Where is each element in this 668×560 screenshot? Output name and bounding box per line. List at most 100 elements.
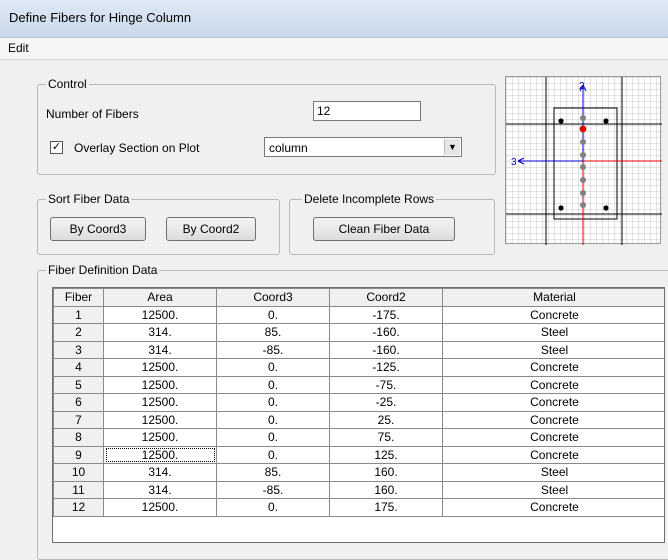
row-header[interactable]: 7 [53,410,104,429]
table-cell-area[interactable]: 314. [103,340,217,359]
row-header[interactable]: 11 [53,480,104,499]
table-row[interactable]: 2 314. 85. -160. Steel [53,323,664,342]
table-cell-area[interactable]: 12500. [103,445,217,464]
table-cell-coord2[interactable]: 75. [329,428,443,447]
fiber-point [580,177,586,183]
fiber-definition-legend: Fiber Definition Data [46,263,160,277]
table-row[interactable]: 5 12500. 0. -75. Concrete [53,375,664,394]
table-cell-coord3[interactable]: 0. [216,305,330,324]
fiber-table[interactable]: Fiber Area Coord3 Coord2 Material 1 12500. 0. -… [53,288,664,517]
table-cell-coord3[interactable]: 0. [216,410,330,429]
table-row[interactable]: 1 12500. 0. -175. Concrete [53,305,664,324]
table-cell-material[interactable]: Concrete [442,358,664,377]
table-cell-material[interactable]: Steel [442,340,664,359]
table-cell-area[interactable]: 12500. [103,393,217,412]
row-header[interactable]: 5 [53,375,104,394]
table-cell-coord3[interactable]: 0. [216,375,330,394]
table-cell-coord2[interactable]: -25. [329,393,443,412]
table-cell-coord2[interactable]: 25. [329,410,443,429]
table-row[interactable]: 6 12500. 0. -25. Concrete [53,393,664,412]
section-select[interactable]: column ▼ [264,137,462,157]
sort-group: Sort Fiber Data By Coord3 By Coord2 [37,192,280,255]
table-cell-coord2[interactable]: 160. [329,463,443,482]
overlay-checkbox[interactable]: ✓ [50,141,63,154]
table-cell-coord2[interactable]: -175. [329,305,443,324]
table-cell-area[interactable]: 314. [103,463,217,482]
table-row[interactable]: 11 314. -85. 160. Steel [53,480,664,499]
table-cell-area[interactable]: 314. [103,480,217,499]
table-cell-area[interactable]: 12500. [103,305,217,324]
table-cell-area[interactable]: 12500. [103,358,217,377]
window-title: Define Fibers for Hinge Column [9,10,192,25]
table-cell-material[interactable]: Concrete [442,428,664,447]
row-header[interactable]: 1 [53,305,104,324]
row-header[interactable]: 3 [53,340,104,359]
table-row[interactable]: 10 314. 85. 160. Steel [53,463,664,482]
sort-by-coord3-button[interactable]: By Coord3 [50,217,146,241]
rebar-point [558,118,564,124]
table-cell-coord2[interactable]: -160. [329,340,443,359]
table-cell-coord2[interactable]: -75. [329,375,443,394]
row-header[interactable]: 2 [53,323,104,342]
fiber-point [580,190,586,196]
fiber-table-container[interactable]: Fiber Area Coord3 Coord2 Material 1 12500. 0. -… [52,287,665,543]
column-header-coord3[interactable]: Coord3 [216,288,330,307]
clean-fiber-data-button[interactable]: Clean Fiber Data [313,217,455,241]
control-legend: Control [46,77,89,91]
table-row[interactable]: 9 12500. 0. 125. Concrete [53,445,664,464]
table-cell-coord3[interactable]: -85. [216,340,330,359]
table-cell-coord2[interactable]: 125. [329,445,443,464]
table-cell-material[interactable]: Concrete [442,410,664,429]
fiber-point [580,202,586,208]
row-header[interactable]: 8 [53,428,104,447]
table-cell-material[interactable]: Steel [442,480,664,499]
table-cell-material[interactable]: Concrete [442,445,664,464]
table-cell-material[interactable]: Concrete [442,498,664,517]
menu-edit[interactable]: Edit [8,41,29,55]
table-cell-coord2[interactable]: 160. [329,480,443,499]
table-cell-coord2[interactable]: -125. [329,358,443,377]
table-cell-coord3[interactable]: 0. [216,445,330,464]
table-cell-coord3[interactable]: 0. [216,393,330,412]
table-row[interactable]: 12 12500. 0. 175. Concrete [53,498,664,517]
table-cell-coord3[interactable]: 0. [216,358,330,377]
table-cell-coord3[interactable]: 0. [216,428,330,447]
rebar-point [558,205,564,211]
sort-by-coord2-button[interactable]: By Coord2 [166,217,256,241]
sort-legend: Sort Fiber Data [46,192,132,206]
menu-bar: Edit [0,38,668,60]
control-group: Control Number of Fibers 12 ✓ Overlay Se… [37,77,496,175]
row-header[interactable]: 4 [53,358,104,377]
table-cell-coord3[interactable]: 0. [216,498,330,517]
table-cell-coord3[interactable]: -85. [216,480,330,499]
table-row[interactable]: 8 12500. 0. 75. Concrete [53,428,664,447]
table-cell-coord2[interactable]: -160. [329,323,443,342]
table-cell-area[interactable]: 12500. [103,410,217,429]
row-header[interactable]: 6 [53,393,104,412]
column-header-area[interactable]: Area [103,288,217,307]
table-cell-area[interactable]: 12500. [103,498,217,517]
row-header[interactable]: 10 [53,463,104,482]
column-header-coord2[interactable]: Coord2 [329,288,443,307]
row-header[interactable]: 9 [53,445,104,464]
table-cell-area[interactable]: 314. [103,323,217,342]
num-fibers-input[interactable]: 12 [313,101,421,121]
table-cell-material[interactable]: Concrete [442,305,664,324]
table-row[interactable]: 4 12500. 0. -125. Concrete [53,358,664,377]
table-cell-area[interactable]: 12500. [103,375,217,394]
table-cell-material[interactable]: Concrete [442,375,664,394]
table-row[interactable]: 7 12500. 0. 25. Concrete [53,410,664,429]
table-header-row: Fiber Area Coord3 Coord2 Material [53,288,664,307]
table-cell-material[interactable]: Concrete [442,393,664,412]
table-cell-coord2[interactable]: 175. [329,498,443,517]
table-cell-material[interactable]: Steel [442,463,664,482]
column-header-material[interactable]: Material [442,288,664,307]
table-row[interactable]: 3 314. -85. -160. Steel [53,340,664,359]
row-header[interactable]: 12 [53,498,104,517]
chevron-down-icon[interactable]: ▼ [444,139,460,155]
table-cell-coord3[interactable]: 85. [216,323,330,342]
table-cell-material[interactable]: Steel [442,323,664,342]
table-cell-area[interactable]: 12500. [103,428,217,447]
table-cell-coord3[interactable]: 85. [216,463,330,482]
column-header-fiber[interactable]: Fiber [53,288,104,307]
